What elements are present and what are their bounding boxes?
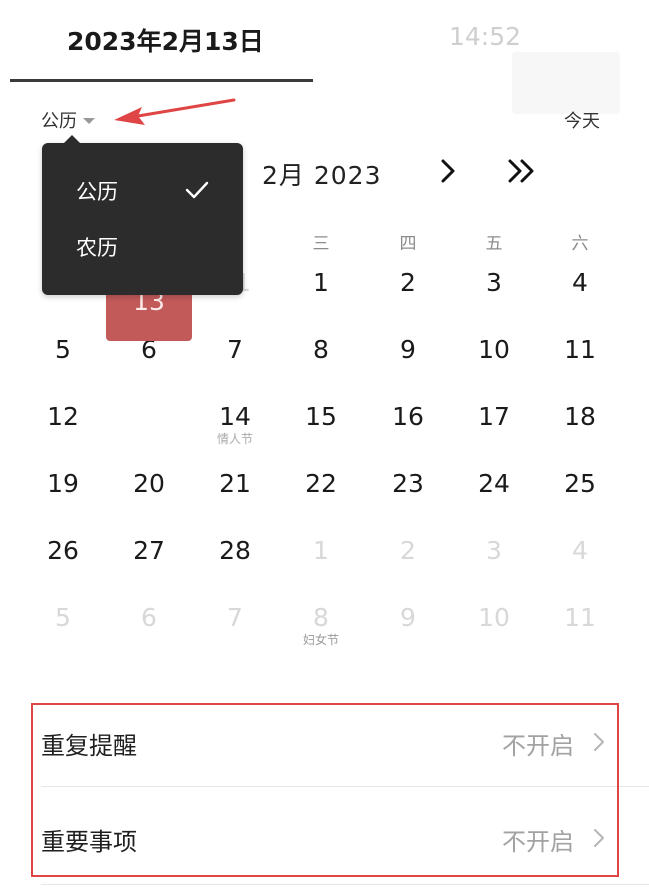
day-number: 16 xyxy=(392,402,424,431)
row-divider xyxy=(41,884,649,885)
day-number: 2 xyxy=(400,268,416,297)
calendar-day[interactable]: 9 xyxy=(365,325,451,389)
today-button[interactable]: 今天 xyxy=(564,107,600,133)
weekday-sat: 六 xyxy=(571,234,589,254)
day-number: 11 xyxy=(564,603,596,632)
weekday-fri: 五 xyxy=(485,234,503,254)
calendar-day[interactable]: 5 xyxy=(20,325,106,389)
calendar-day[interactable]: 7 xyxy=(192,325,278,389)
day-number: 11 xyxy=(564,335,596,364)
calendar-day[interactable]: 22 xyxy=(278,459,364,523)
day-number: 14 xyxy=(219,402,251,431)
weekday-wed: 三 xyxy=(312,234,330,254)
calendar-day[interactable]: 28 xyxy=(192,526,278,590)
calendar-day[interactable]: 18 xyxy=(537,392,623,456)
day-number: 4 xyxy=(572,536,588,565)
calendar-day[interactable]: 2 xyxy=(365,526,451,590)
day-number: 9 xyxy=(400,335,416,364)
calendar-day[interactable]: 1 xyxy=(278,258,364,322)
calendar-day[interactable]: 16 xyxy=(365,392,451,456)
chevron-right-icon[interactable] xyxy=(437,156,461,186)
calendar-day[interactable]: 17 xyxy=(451,392,537,456)
day-number: 8 xyxy=(313,335,329,364)
calendar-day[interactable]: 8 xyxy=(278,325,364,389)
calendar-day[interactable]: 27 xyxy=(106,526,192,590)
day-number: 9 xyxy=(400,603,416,632)
day-number: 2 xyxy=(400,536,416,565)
day-number: 7 xyxy=(227,335,243,364)
tab-active-indicator xyxy=(10,79,313,82)
calendar-day[interactable]: 5 xyxy=(20,593,106,657)
annotation-highlight-box xyxy=(31,703,619,877)
day-number: 7 xyxy=(227,603,243,632)
caret-down-icon xyxy=(83,118,95,124)
calendar-day[interactable]: 9 xyxy=(365,593,451,657)
day-number: 24 xyxy=(478,469,510,498)
calendar-day[interactable]: 1 xyxy=(278,526,364,590)
day-number: 1 xyxy=(313,536,329,565)
calendar-day[interactable]: 10 xyxy=(451,325,537,389)
day-number: 18 xyxy=(564,402,596,431)
month-title: 2月 2023 xyxy=(262,161,382,190)
calendar-day[interactable]: 8 妇女节 xyxy=(278,593,364,657)
day-number: 22 xyxy=(305,469,337,498)
day-number: 17 xyxy=(478,402,510,431)
day-number: 21 xyxy=(219,469,251,498)
day-number: 3 xyxy=(486,268,502,297)
calendar-type-label: 公历 xyxy=(41,111,77,132)
calendar-day[interactable]: 25 xyxy=(537,459,623,523)
weekday-thu: 四 xyxy=(399,234,417,254)
calendar-day[interactable]: 3 xyxy=(451,258,537,322)
calendar-day[interactable]: 26 xyxy=(20,526,106,590)
calendar-day[interactable]: 21 xyxy=(192,459,278,523)
calendar-day[interactable]: 3 xyxy=(451,526,537,590)
calendar-type-selector[interactable]: 公历 xyxy=(41,107,95,133)
day-number: 28 xyxy=(219,536,251,565)
day-number: 8 xyxy=(313,603,329,632)
day-number: 19 xyxy=(47,469,79,498)
calendar-day[interactable]: 11 xyxy=(537,593,623,657)
calendar-day[interactable]: 2 xyxy=(365,258,451,322)
calendar-day[interactable]: 12 xyxy=(20,392,106,456)
calendar-day[interactable]: 14 情人节 xyxy=(192,392,278,456)
double-chevron-right-icon[interactable] xyxy=(506,156,540,186)
day-number: 10 xyxy=(478,335,510,364)
calendar-day[interactable]: 15 xyxy=(278,392,364,456)
calendar-day[interactable]: 4 xyxy=(537,526,623,590)
tab-time[interactable]: 14:52 xyxy=(449,22,521,51)
check-icon xyxy=(185,181,209,199)
day-number: 5 xyxy=(55,603,71,632)
day-number: 3 xyxy=(486,536,502,565)
calendar-day[interactable]: 6 xyxy=(106,593,192,657)
dropdown-option-gregorian[interactable]: 公历 xyxy=(76,176,118,206)
day-number: 27 xyxy=(133,536,165,565)
background-shadow-block xyxy=(512,52,620,114)
day-number: 1 xyxy=(313,268,329,297)
calendar-day[interactable]: 11 xyxy=(537,325,623,389)
calendar-day[interactable]: 10 xyxy=(451,593,537,657)
calendar-day[interactable]: 19 xyxy=(20,459,106,523)
tab-date[interactable]: 2023年2月13日 xyxy=(67,22,264,58)
day-number: 5 xyxy=(55,335,71,364)
annotation-arrow-icon xyxy=(114,98,236,125)
day-number: 12 xyxy=(47,402,79,431)
day-number: 6 xyxy=(141,603,157,632)
day-number: 15 xyxy=(305,402,337,431)
holiday-label: 情人节 xyxy=(216,432,253,446)
day-number: 4 xyxy=(572,268,588,297)
calendar-day[interactable]: 7 xyxy=(192,593,278,657)
calendar-type-dropdown xyxy=(42,135,243,295)
day-number: 26 xyxy=(47,536,79,565)
dropdown-option-lunar[interactable]: 农历 xyxy=(76,232,118,262)
day-number: 20 xyxy=(133,469,165,498)
calendar-day[interactable]: 20 xyxy=(106,459,192,523)
calendar-day[interactable]: 24 xyxy=(451,459,537,523)
holiday-label: 妇女节 xyxy=(302,633,339,647)
day-number: 10 xyxy=(478,603,510,632)
calendar-day[interactable]: 23 xyxy=(365,459,451,523)
day-number: 23 xyxy=(392,469,424,498)
calendar-day[interactable]: 4 xyxy=(537,258,623,322)
day-number: 25 xyxy=(564,469,596,498)
